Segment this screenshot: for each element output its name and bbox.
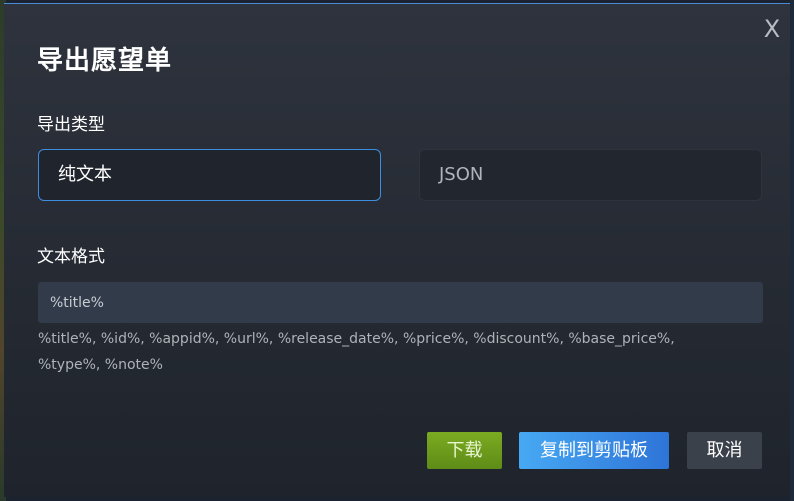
export-type-label: 导出类型 — [37, 115, 105, 135]
text-format-input[interactable] — [38, 282, 763, 323]
export-type-plain-text[interactable]: 纯文本 — [38, 149, 381, 201]
cancel-button[interactable]: 取消 — [687, 432, 762, 469]
format-placeholders-help: %title%, %id%, %appid%, %url%, %release_… — [38, 331, 675, 373]
text-format-label: 文本格式 — [37, 247, 105, 267]
dialog-title: 导出愿望单 — [37, 46, 173, 76]
export-wishlist-dialog: X 导出愿望单 导出类型 纯文本 JSON 文本格式 %title%, %id%… — [4, 3, 790, 497]
download-button[interactable]: 下载 — [427, 432, 502, 469]
background-strip-right — [790, 0, 794, 501]
copy-to-clipboard-button[interactable]: 复制到剪贴板 — [519, 432, 669, 469]
close-icon[interactable]: X — [759, 16, 785, 42]
export-type-json[interactable]: JSON — [419, 149, 762, 201]
